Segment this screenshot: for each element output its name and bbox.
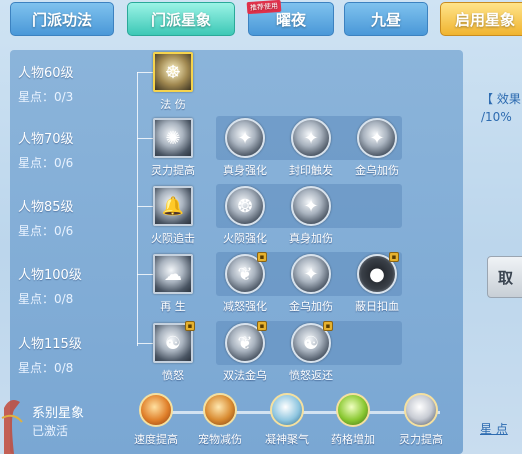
phoenix-icon: ✦ <box>225 118 265 158</box>
dark-orb-icon: ● ▪ <box>357 252 399 294</box>
level-label: 人物85级 <box>18 200 74 215</box>
fire-icon <box>139 393 173 427</box>
star-points: 星点：0/3 <box>18 90 74 104</box>
wing-icon: ❦ ▪ <box>225 252 267 294</box>
level-label: 人物70级 <box>18 132 74 147</box>
wing-icon: ❦ ▪ <box>225 321 267 363</box>
leaf-icon <box>336 393 370 427</box>
series-status: 已激活 <box>32 424 69 438</box>
skill-label: 愤怒 <box>162 369 184 382</box>
figure-icon: ☯ ▪ <box>291 321 333 363</box>
skill-magic-damage[interactable]: ☸ 法 伤 <box>145 52 201 112</box>
row-115-header: 人物115级 星点：0/8 <box>18 333 118 376</box>
skill-spirit-up[interactable]: ✺ 灵力提高 <box>145 118 201 178</box>
skill-label: 火陨强化 <box>223 232 267 245</box>
skill-label: 减怒强化 <box>223 300 267 313</box>
figure-icon: ☯ ▪ <box>153 321 195 363</box>
skill-label: 再 生 <box>160 300 186 313</box>
skill-label: 凝神聚气 <box>265 433 309 446</box>
skill-label: 灵力提高 <box>399 433 443 446</box>
lock-icon: ▪ <box>323 321 333 331</box>
swirl-icon: ❂ <box>225 186 265 226</box>
recommend-badge: 推荐使用 <box>246 0 282 15</box>
skill-label: 金乌加伤 <box>355 164 399 177</box>
star-points: 星点：0/8 <box>18 292 74 306</box>
phoenix-icon: ✦ <box>291 254 331 294</box>
tab-bar: 门派功法 门派星象 推荐使用 曜夜 九昼 启用星象 <box>0 0 522 42</box>
skill-true-body-damage[interactable]: ✦ 真身加伤 <box>283 186 339 246</box>
skill-rage[interactable]: ☯ ▪ 愤怒 <box>145 321 201 383</box>
series-pet-damage-reduce[interactable]: 宠物减伤 <box>190 393 250 447</box>
burst-icon <box>404 393 438 427</box>
skill-label: 宠物减伤 <box>198 433 242 446</box>
lock-icon: ▪ <box>257 252 267 262</box>
cancel-button[interactable]: 取 <box>487 256 522 298</box>
phoenix-icon: ✦ <box>291 118 331 158</box>
series-potion-slots[interactable]: 药格增加 <box>323 393 383 447</box>
skill-label: 金乌加伤 <box>289 300 333 313</box>
skill-label: 速度提高 <box>134 433 178 446</box>
effect-label: 【 效果 <box>481 92 521 106</box>
skill-rage-reduce-enhance[interactable]: ❦ ▪ 减怒强化 <box>217 252 273 314</box>
row-100-header: 人物100级 星点：0/8 <box>18 264 118 307</box>
tab-yaoye[interactable]: 推荐使用 曜夜 <box>246 0 334 36</box>
tab-sect-skills[interactable]: 门派功法 <box>10 2 114 36</box>
skill-label: 灵力提高 <box>151 164 195 177</box>
flame-orb-icon <box>203 393 237 427</box>
tree-trunk-line <box>137 72 138 346</box>
lock-icon: ▪ <box>389 252 399 262</box>
level-label: 人物100级 <box>18 268 82 283</box>
skill-meteor-chase[interactable]: 🔔 火陨追击 <box>145 186 201 246</box>
ornament-icon <box>1 400 23 454</box>
skill-eclipse-bleed[interactable]: ● ▪ 蔽日扣血 <box>349 252 405 314</box>
skill-golden-crow-damage[interactable]: ✦ 金乌加伤 <box>349 118 405 178</box>
skill-true-body-enhance[interactable]: ✦ 真身强化 <box>217 118 273 178</box>
series-speed-up[interactable]: 速度提高 <box>126 393 186 447</box>
row-85-header: 人物85级 星点：0/6 <box>18 196 118 239</box>
series-spirit-up[interactable]: 灵力提高 <box>391 393 451 447</box>
phoenix-icon: ✦ <box>357 118 397 158</box>
series-title: 系别星象 <box>32 406 85 421</box>
skill-double-golden-crow[interactable]: ❦ ▪ 双法金乌 <box>217 321 273 383</box>
skill-label: 真身加伤 <box>289 232 333 245</box>
star-points: 星点：0/8 <box>18 361 74 375</box>
skill-label: 双法金乌 <box>223 369 267 382</box>
row-70-header: 人物70级 星点：0/6 <box>18 128 118 171</box>
skill-golden-crow-damage-2[interactable]: ✦ 金乌加伤 <box>283 254 339 314</box>
lock-icon: ▪ <box>185 321 195 331</box>
burst-icon: ✺ <box>153 118 193 158</box>
tab-jiuzhou[interactable]: 九昼 <box>344 2 428 36</box>
skill-rage-return[interactable]: ☯ ▪ 愤怒返还 <box>283 321 339 383</box>
skill-label: 法 伤 <box>160 98 186 111</box>
skill-regenerate[interactable]: ☁ 再 生 <box>145 254 201 314</box>
skill-label: 封印触发 <box>289 164 333 177</box>
level-label: 人物60级 <box>18 66 74 81</box>
lock-icon: ▪ <box>257 321 267 331</box>
bell-icon: 🔔 <box>153 186 193 226</box>
star-points-link[interactable]: 星 点 <box>480 420 508 437</box>
enable-stars-button[interactable]: 启用星象 <box>440 2 522 36</box>
effect-percent: /10% <box>481 110 512 124</box>
phoenix-icon: ✦ <box>291 186 331 226</box>
row-60-header: 人物60级 星点：0/3 <box>18 62 118 105</box>
tab-sect-stars[interactable]: 门派星象 <box>127 2 235 36</box>
skill-label: 火陨追击 <box>151 232 195 245</box>
skill-meteor-enhance[interactable]: ❂ 火陨强化 <box>217 186 273 246</box>
meditate-icon: ☸ <box>153 52 193 92</box>
series-focus-gather[interactable]: 凝神聚气 <box>257 393 317 447</box>
level-label: 人物115级 <box>18 337 82 352</box>
skill-seal-trigger[interactable]: ✦ 封印触发 <box>283 118 339 178</box>
skill-label: 愤怒返还 <box>289 369 333 382</box>
aura-icon <box>270 393 304 427</box>
cloud-icon: ☁ <box>153 254 193 294</box>
star-points: 星点：0/6 <box>18 224 74 238</box>
skill-label: 药格增加 <box>331 433 375 446</box>
skill-label: 蔽日扣血 <box>355 300 399 313</box>
skill-label: 真身强化 <box>223 164 267 177</box>
star-points: 星点：0/6 <box>18 156 74 170</box>
